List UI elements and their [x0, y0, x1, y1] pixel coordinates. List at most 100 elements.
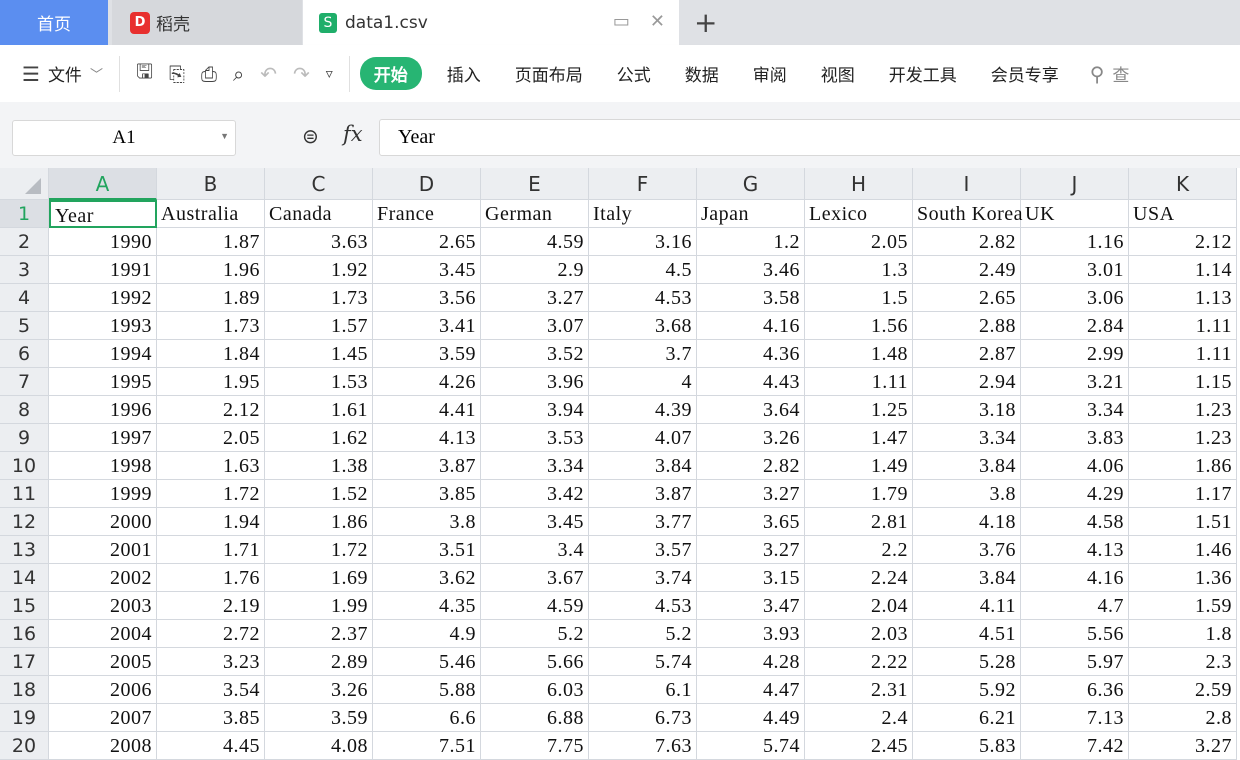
data-cell[interactable]: 3.94	[481, 396, 589, 424]
data-cell[interactable]: 3.65	[697, 508, 805, 536]
row-header-19[interactable]: 19	[0, 704, 49, 732]
data-cell[interactable]: 2.22	[805, 648, 913, 676]
data-cell[interactable]: 1.69	[265, 564, 373, 592]
data-cell[interactable]: 6.88	[481, 704, 589, 732]
column-header-g[interactable]: G	[697, 168, 805, 200]
name-box[interactable]: A1 ▼	[12, 120, 236, 156]
data-cell[interactable]: 6.21	[913, 704, 1021, 732]
row-header-11[interactable]: 11	[0, 480, 49, 508]
column-header-j[interactable]: J	[1021, 168, 1129, 200]
data-cell[interactable]: 1.47	[805, 424, 913, 452]
data-cell[interactable]: 5.74	[697, 732, 805, 760]
menu-review[interactable]: 审阅	[753, 61, 787, 86]
column-header-a[interactable]: A	[49, 168, 157, 200]
column-title-cell[interactable]: Year	[49, 200, 157, 228]
column-title-cell[interactable]: South Korea	[913, 200, 1023, 228]
data-cell[interactable]: 5.2	[481, 620, 589, 648]
data-cell[interactable]: 2.9	[481, 256, 589, 284]
row-header-6[interactable]: 6	[0, 340, 49, 368]
data-cell[interactable]: 6.73	[589, 704, 697, 732]
data-cell[interactable]: 4	[589, 368, 697, 396]
data-cell[interactable]: 3.51	[373, 536, 481, 564]
data-cell[interactable]: 1.46	[1129, 536, 1237, 564]
data-cell[interactable]: 1.11	[1129, 340, 1237, 368]
data-cell[interactable]: 1.62	[265, 424, 373, 452]
data-cell[interactable]: 1992	[49, 284, 157, 312]
column-header-f[interactable]: F	[589, 168, 697, 200]
data-cell[interactable]: 2.84	[1021, 312, 1129, 340]
row-header-15[interactable]: 15	[0, 592, 49, 620]
data-cell[interactable]: 2.88	[913, 312, 1021, 340]
data-cell[interactable]: 1993	[49, 312, 157, 340]
data-cell[interactable]: 2003	[49, 592, 157, 620]
row-header-13[interactable]: 13	[0, 536, 49, 564]
data-cell[interactable]: 1.79	[805, 480, 913, 508]
data-cell[interactable]: 3.7	[589, 340, 697, 368]
data-cell[interactable]: 1.2	[697, 228, 805, 256]
data-cell[interactable]: 3.57	[589, 536, 697, 564]
column-header-k[interactable]: K	[1129, 168, 1237, 200]
data-cell[interactable]: 4.16	[697, 312, 805, 340]
data-cell[interactable]: 7.75	[481, 732, 589, 760]
more-dropdown-icon[interactable]: ▿	[326, 66, 333, 82]
select-all-corner[interactable]	[0, 168, 49, 200]
data-cell[interactable]: 2.8	[1129, 704, 1237, 732]
column-header-h[interactable]: H	[805, 168, 913, 200]
data-cell[interactable]: 7.63	[589, 732, 697, 760]
data-cell[interactable]: 3.8	[913, 480, 1021, 508]
tab-home[interactable]: 首页	[0, 0, 108, 45]
data-cell[interactable]: 2007	[49, 704, 157, 732]
menu-developer[interactable]: 开发工具	[889, 61, 957, 86]
data-cell[interactable]: 3.67	[481, 564, 589, 592]
data-cell[interactable]: 3.16	[589, 228, 697, 256]
data-cell[interactable]: 6.36	[1021, 676, 1129, 704]
data-cell[interactable]: 5.83	[913, 732, 1021, 760]
data-cell[interactable]: 2.19	[157, 592, 265, 620]
row-header-16[interactable]: 16	[0, 620, 49, 648]
menu-data[interactable]: 数据	[685, 61, 719, 86]
data-cell[interactable]: 1.86	[265, 508, 373, 536]
data-cell[interactable]: 4.58	[1021, 508, 1129, 536]
data-cell[interactable]: 1.8	[1129, 620, 1237, 648]
data-cell[interactable]: 3.87	[589, 480, 697, 508]
row-header-1[interactable]: 1	[0, 200, 49, 228]
formula-input[interactable]: Year	[379, 119, 1240, 156]
data-cell[interactable]: 2.82	[913, 228, 1021, 256]
data-cell[interactable]: 2001	[49, 536, 157, 564]
data-cell[interactable]: 3.68	[589, 312, 697, 340]
data-cell[interactable]: 3.64	[697, 396, 805, 424]
data-cell[interactable]: 1.36	[1129, 564, 1237, 592]
data-cell[interactable]: 5.56	[1021, 620, 1129, 648]
data-cell[interactable]: 1.89	[157, 284, 265, 312]
column-title-cell[interactable]: Canada	[265, 200, 373, 228]
data-cell[interactable]: 2.65	[913, 284, 1021, 312]
data-cell[interactable]: 2.12	[1129, 228, 1237, 256]
data-cell[interactable]: 4.18	[913, 508, 1021, 536]
dropdown-arrow-icon[interactable]: ▼	[220, 131, 229, 141]
data-cell[interactable]: 1.94	[157, 508, 265, 536]
data-cell[interactable]: 2.2	[805, 536, 913, 564]
print-icon[interactable]: ⎙	[201, 62, 217, 86]
row-header-7[interactable]: 7	[0, 368, 49, 396]
data-cell[interactable]: 4.07	[589, 424, 697, 452]
data-cell[interactable]: 3.84	[913, 452, 1021, 480]
column-title-cell[interactable]: USA	[1129, 200, 1237, 228]
data-cell[interactable]: 6.6	[373, 704, 481, 732]
column-title-cell[interactable]: Japan	[697, 200, 805, 228]
data-cell[interactable]: 3.15	[697, 564, 805, 592]
column-title-cell[interactable]: Australia	[157, 200, 265, 228]
data-cell[interactable]: 2005	[49, 648, 157, 676]
data-cell[interactable]: 3.27	[697, 480, 805, 508]
data-cell[interactable]: 3.34	[481, 452, 589, 480]
data-cell[interactable]: 1.87	[157, 228, 265, 256]
data-cell[interactable]: 3.52	[481, 340, 589, 368]
data-cell[interactable]: 1.92	[265, 256, 373, 284]
data-cell[interactable]: 3.06	[1021, 284, 1129, 312]
data-cell[interactable]: 5.28	[913, 648, 1021, 676]
data-cell[interactable]: 1999	[49, 480, 157, 508]
chevron-down-icon[interactable]: ﹀	[90, 64, 103, 83]
data-cell[interactable]: 2.04	[805, 592, 913, 620]
data-cell[interactable]: 2.12	[157, 396, 265, 424]
data-cell[interactable]: 3.74	[589, 564, 697, 592]
search-icon[interactable]: ⚲	[1090, 62, 1105, 86]
